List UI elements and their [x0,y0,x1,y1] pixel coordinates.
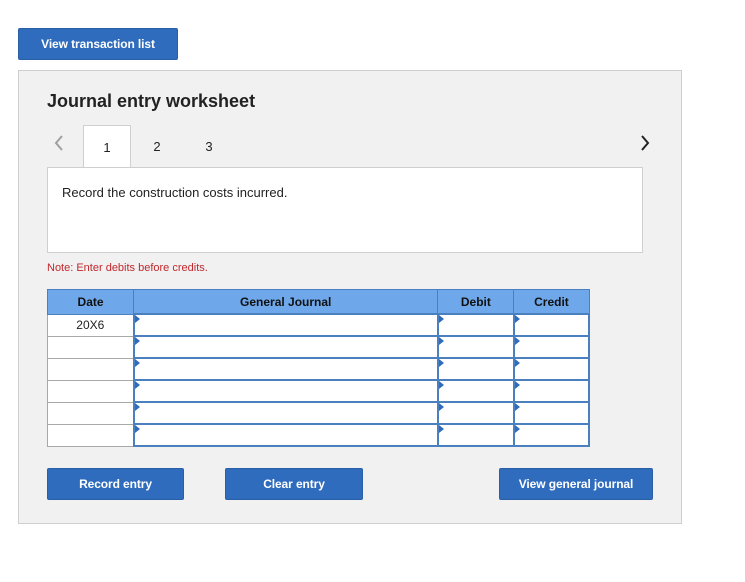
tab-label: 3 [205,138,213,154]
triangle-right-icon [514,425,520,433]
triangle-right-icon [438,315,444,323]
triangle-right-icon [134,337,140,345]
debit-input[interactable] [436,379,515,403]
triangle-right-icon [514,381,520,389]
date-cell[interactable] [46,423,135,447]
clear-entry-button[interactable]: Clear entry [225,468,363,500]
debit-input[interactable] [436,357,515,381]
triangle-right-icon [514,359,520,367]
note-text: Note: Enter debits before credits. [47,262,208,274]
triangle-right-icon [134,425,140,433]
table-row [46,423,591,447]
triangle-right-icon [134,403,140,411]
view-transaction-list-button[interactable]: View transaction list [18,28,178,60]
credit-input[interactable] [512,313,591,337]
view-general-journal-button[interactable]: View general journal [499,468,653,500]
date-cell[interactable] [46,401,135,425]
table-row [46,401,591,425]
instruction-box: Record the construction costs incurred. [47,167,643,253]
triangle-right-icon [438,359,444,367]
triangle-right-icon [514,337,520,345]
triangle-right-icon [134,381,140,389]
credit-input[interactable] [512,335,591,359]
credit-input[interactable] [512,379,591,403]
triangle-right-icon [438,403,444,411]
debit-input[interactable] [436,335,515,359]
tab-label: 2 [153,138,161,154]
table-row: 20X6 [46,313,591,337]
tab-1[interactable]: 1 [83,125,131,168]
instruction-text: Record the construction costs incurred. [62,185,288,200]
triangle-right-icon [514,403,520,411]
table-header-row: Date General Journal Debit Credit [46,289,590,315]
chevron-left-icon[interactable] [49,133,69,153]
debit-input[interactable] [436,401,515,425]
worksheet-title: Journal entry worksheet [47,91,256,111]
date-cell[interactable] [46,357,135,381]
triangle-right-icon [438,425,444,433]
account-input[interactable] [132,401,439,425]
account-input[interactable] [132,313,439,337]
table-row [46,357,591,381]
table-row [46,335,591,359]
tab-label: 1 [103,139,111,155]
record-entry-button[interactable]: Record entry [47,468,184,500]
header-general-journal: General Journal [133,289,439,315]
triangle-right-icon [438,337,444,345]
date-cell[interactable] [46,335,135,359]
account-input[interactable] [132,335,439,359]
header-date: Date [46,289,135,315]
account-input[interactable] [132,357,439,381]
triangle-right-icon [438,381,444,389]
table-row [46,379,591,403]
debit-input[interactable] [436,313,515,337]
tab-2[interactable]: 2 [133,125,181,167]
account-input[interactable] [132,423,439,447]
header-debit: Debit [437,289,515,315]
triangle-right-icon [134,359,140,367]
credit-input[interactable] [512,357,591,381]
date-cell[interactable]: 20X6 [46,313,135,337]
triangle-right-icon [514,315,520,323]
credit-input[interactable] [512,401,591,425]
account-input[interactable] [132,379,439,403]
journal-table: Date General Journal Debit Credit 20X6 [46,289,591,447]
triangle-right-icon [134,315,140,323]
header-credit: Credit [513,289,590,315]
date-cell[interactable] [46,379,135,403]
tab-3[interactable]: 3 [185,125,233,167]
chevron-right-icon[interactable] [635,133,655,153]
debit-input[interactable] [436,423,515,447]
credit-input[interactable] [512,423,591,447]
journal-entry-worksheet-panel: Journal entry worksheet 1 2 3 Record the… [18,70,682,524]
